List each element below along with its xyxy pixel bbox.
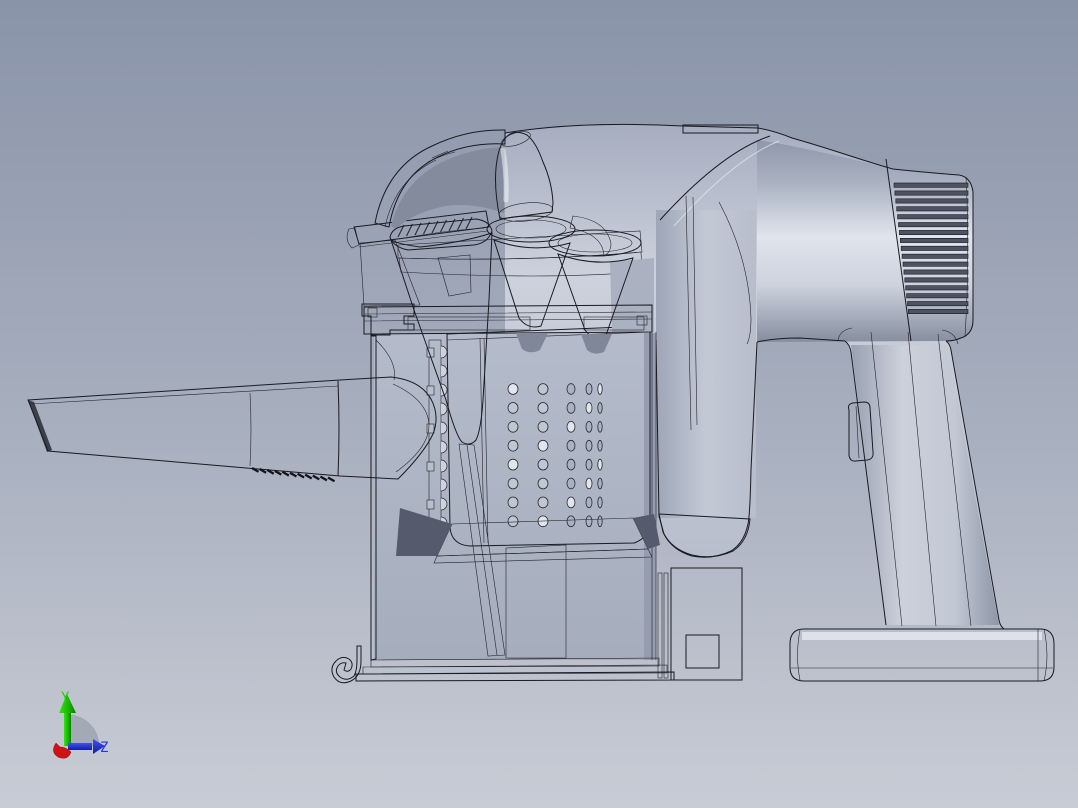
z-axis-shaft [68, 743, 92, 750]
model-canvas[interactable]: Y Z [0, 0, 1078, 808]
shroud-hole [585, 402, 593, 414]
vent-slot [907, 301, 969, 307]
vent-slot [904, 277, 969, 283]
vent-slot [901, 253, 969, 259]
scallop-notch [426, 499, 435, 510]
shroud-hole [566, 458, 576, 471]
vent-slot [898, 222, 969, 228]
shroud-hole [585, 496, 593, 509]
shroud-hole [537, 496, 549, 509]
shroud-hole [507, 477, 519, 490]
vent-slot [906, 293, 969, 299]
vent-slot [902, 261, 969, 267]
shroud-hole [566, 402, 576, 414]
shroud-hole [585, 458, 593, 471]
right-panel [610, 258, 654, 332]
y-axis-shaft [64, 711, 71, 746]
shroud-hole [597, 439, 603, 452]
shroud-hole [537, 477, 549, 490]
shroud-hole [537, 458, 549, 471]
y-axis-label: Y [61, 690, 70, 706]
vent-slot [903, 269, 969, 275]
shroud-hole [566, 515, 576, 528]
shroud-hole [507, 439, 519, 452]
scallop-notch [426, 385, 435, 396]
shroud-hole [537, 420, 549, 433]
shroud-hole [585, 439, 593, 452]
shroud-hole [585, 420, 593, 433]
shroud-hole [566, 383, 576, 395]
scallop-notch [426, 461, 435, 472]
shroud-hole [597, 420, 603, 433]
shroud-hole [507, 383, 519, 395]
vent-slot [899, 230, 969, 235]
shroud-hole [585, 383, 593, 395]
vent-slot [896, 206, 969, 212]
shroud-hole [597, 458, 603, 471]
z-axis-label: Z [100, 740, 108, 756]
shroud-hole [507, 496, 519, 509]
battery-highlight [802, 632, 1042, 640]
vent-slot [897, 214, 969, 220]
cad-viewport[interactable]: Y Z [0, 0, 1078, 808]
shroud-hole [537, 439, 549, 452]
vent-slot [895, 198, 969, 204]
vent-slot [908, 309, 969, 314]
shroud-hole [566, 439, 576, 452]
vent-slot [893, 182, 969, 188]
bin-interior [374, 333, 654, 660]
shroud-hole [585, 477, 593, 490]
shroud-hole [507, 420, 519, 433]
shroud-hole [566, 477, 576, 490]
shroud-hole [566, 420, 576, 433]
shroud-hole [507, 515, 519, 528]
shroud-hole [597, 402, 603, 414]
vent-slot [905, 285, 969, 291]
shroud-hole [597, 515, 603, 528]
shroud-hole [537, 402, 549, 414]
shroud-hole [597, 383, 603, 395]
shroud-hole [597, 496, 603, 509]
shroud-hole [585, 515, 593, 528]
vent-slot [900, 245, 969, 251]
shroud-hole [537, 383, 549, 395]
shroud-hole [507, 458, 519, 471]
shroud-hole [566, 496, 576, 509]
vent-slot [899, 238, 969, 243]
vent-slot [894, 190, 969, 196]
shroud-hole [507, 402, 519, 414]
shroud-hole [597, 477, 603, 490]
